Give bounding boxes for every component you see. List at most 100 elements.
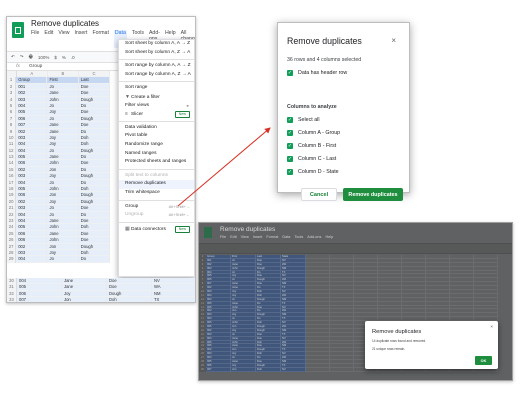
menu-insert[interactable]: Insert [253, 235, 263, 239]
column-option[interactable]: ✓ Select all [287, 117, 320, 123]
toolbar-button-4[interactable]: $ [54, 55, 57, 60]
menu-item-label: Sort sheet by column A, Z → A [125, 49, 191, 55]
menu-item-randomize-range[interactable]: Randomize range [119, 141, 194, 150]
menu-file[interactable]: File [220, 235, 226, 239]
row-number[interactable]: 29 [7, 256, 17, 263]
menu-item-split-text-to-columns: Split text to columns [119, 172, 194, 181]
checkbox-checked-icon[interactable]: ✓ [287, 156, 293, 162]
menu-item-trim-whitespace[interactable]: Trim whitespace [119, 189, 194, 198]
menu-item-remove-duplicates[interactable]: Remove duplicates [119, 180, 194, 189]
table-cell[interactable]: Do [78, 256, 110, 263]
menu-format[interactable]: Format [266, 235, 278, 239]
document-title[interactable]: Remove duplicates [31, 19, 99, 28]
column-option[interactable]: ✓ Column D - State [287, 169, 339, 175]
menu-help[interactable]: Help [325, 235, 333, 239]
spreadsheet-grid-lower[interactable]: 30 004 Jane Doe NV 31 005 Jane Doe WA 32 006 Joy Doug… [7, 278, 195, 302]
data-menu-dropdown: Sort sheet by column A, A → Z Sort sheet … [118, 39, 195, 277]
menu-add-ons[interactable]: Add-ons [307, 235, 321, 239]
toolbar-button-2[interactable]: 🖶 [29, 53, 33, 61]
menu-item-data-validation[interactable]: Data validation [119, 124, 194, 133]
table-row[interactable]: 33 007 Jon Doh TX [7, 297, 195, 302]
formula-input[interactable]: Group [29, 64, 42, 69]
toolbar-button-1[interactable]: ↷ [20, 54, 24, 60]
menu-view[interactable]: View [58, 30, 69, 48]
checkbox-checked-icon[interactable]: ✓ [287, 169, 293, 175]
menu-item-label: Pivot table [125, 133, 148, 139]
table-cell[interactable]: Doh [107, 297, 152, 302]
menu-insert[interactable]: Insert [74, 30, 87, 48]
menu-item-label: Split text to columns [125, 172, 168, 178]
menu-item-filter-views[interactable]: Filter views ► [119, 102, 194, 111]
sheet-screenshot-data-menu: Remove duplicates File Edit View Insert Form… [6, 16, 196, 303]
row-number[interactable]: 33 [7, 297, 17, 302]
checkbox-checked-icon[interactable]: ✓ [287, 143, 293, 149]
column-option[interactable]: ✓ Column C - Last [287, 156, 336, 162]
header-row-option[interactable]: ✓ Data has header row [287, 70, 347, 76]
menu-item-sort-range[interactable]: Sort range [119, 84, 194, 93]
menu-item-label: Data connectors [131, 226, 166, 232]
menu-item-sort-sheet-by-column-a-z-a[interactable]: Sort sheet by column A, Z → A [119, 49, 194, 58]
menu-data[interactable]: Data [282, 235, 290, 239]
remove-duplicates-button[interactable]: Remove duplicates [343, 188, 403, 201]
menu-view[interactable]: View [241, 235, 249, 239]
empty-cell[interactable] [330, 367, 354, 372]
row-number[interactable]: 30 [199, 367, 206, 372]
table-cell[interactable]: NV [281, 367, 306, 372]
column-option[interactable]: ✓ Column B - First [287, 143, 336, 149]
sheets-logo-icon[interactable] [12, 22, 24, 38]
table-cell[interactable]: Jon [62, 297, 107, 302]
spreadsheet-grid[interactable]: A B C 1 Group First Last 2 001 Jo Doe 3 002 Jane Doe 4 0… [7, 71, 111, 263]
menu-edit[interactable]: Edit [44, 30, 53, 48]
empty-cell[interactable] [306, 367, 330, 372]
menu-file[interactable]: File [31, 30, 39, 48]
ok-button[interactable]: OK [475, 356, 492, 365]
toolbar-button-6[interactable]: .0 [71, 55, 75, 60]
menu-item-named-ranges[interactable]: Named ranges [119, 150, 194, 159]
dialog-title: Remove duplicates [287, 36, 362, 46]
table-cell[interactable]: Jon [231, 367, 256, 372]
menu-edit[interactable]: Edit [230, 235, 237, 239]
menu-item-sort-range-by-column-a-a-z[interactable]: Sort range by column A, A → Z [119, 62, 194, 71]
columns-heading: Columns to analyze [287, 104, 337, 110]
table-cell[interactable]: 007 [17, 297, 62, 302]
checkbox-checked-icon[interactable]: ✓ [287, 70, 293, 76]
table-cell[interactable]: 004 [16, 256, 48, 263]
result-title: Remove duplicates [372, 329, 422, 335]
menu-item-label: Sort sheet by column A, A → Z [125, 41, 191, 46]
menu-item-label: Slicer [131, 112, 143, 118]
menu-item-create-a-filter[interactable]: ▼Create a filter [119, 93, 194, 102]
table-cell[interactable]: Jo [47, 256, 79, 263]
menu-item-pivot-table[interactable]: Pivot table [119, 132, 194, 141]
menu-separator [119, 168, 194, 170]
menu-item-label: Sort range by column A, Z → A [125, 71, 191, 77]
menu-separator [119, 59, 194, 61]
menu-tools[interactable]: Tools [294, 235, 303, 239]
menu-item-data-connectors[interactable]: ▦Data connectors New [119, 225, 194, 234]
menu-format[interactable]: Format [92, 30, 108, 48]
column-option[interactable]: ✓ Column A - Group [287, 130, 340, 136]
menu-item-protected-sheets-and-ranges[interactable]: Protected sheets and ranges [119, 158, 194, 167]
column-option-label: Select all [298, 117, 320, 123]
close-icon[interactable]: × [391, 36, 396, 45]
table-cell[interactable]: TX [152, 297, 195, 302]
result-dialog: × Remove duplicates 14 duplicate rows fo… [365, 321, 498, 369]
table-cell[interactable]: Doh [256, 367, 281, 372]
table-cell[interactable]: 007 [206, 367, 231, 372]
toolbar-button-3[interactable]: 100% [38, 55, 50, 60]
toolbar-button-0[interactable]: ↶ [11, 54, 15, 60]
toolbar [199, 243, 512, 254]
menu-item-slicer[interactable]: ≡ Slicer New [119, 110, 194, 119]
menu-item-sort-sheet-by-column-a-a-z[interactable]: Sort sheet by column A, A → Z [119, 40, 194, 49]
toolbar-button-5[interactable]: % [62, 55, 66, 60]
checkbox-checked-icon[interactable]: ✓ [287, 130, 293, 136]
menu-item-group[interactable]: Group Alt+Shift+→ [119, 203, 194, 212]
checkbox-checked-icon[interactable]: ✓ [287, 117, 293, 123]
new-badge: New [174, 111, 190, 119]
menu-shortcut: Alt+Shift+← [168, 212, 190, 218]
close-icon[interactable]: × [490, 324, 493, 329]
cancel-button[interactable]: Cancel [301, 188, 337, 201]
menu-separator [119, 199, 194, 201]
table-row[interactable]: 29 004 Jo Do [7, 256, 110, 263]
menu-item-sort-range-by-column-a-z-a[interactable]: Sort range by column A, Z → A [119, 71, 194, 80]
menu-item-label: Data validation [125, 124, 157, 130]
